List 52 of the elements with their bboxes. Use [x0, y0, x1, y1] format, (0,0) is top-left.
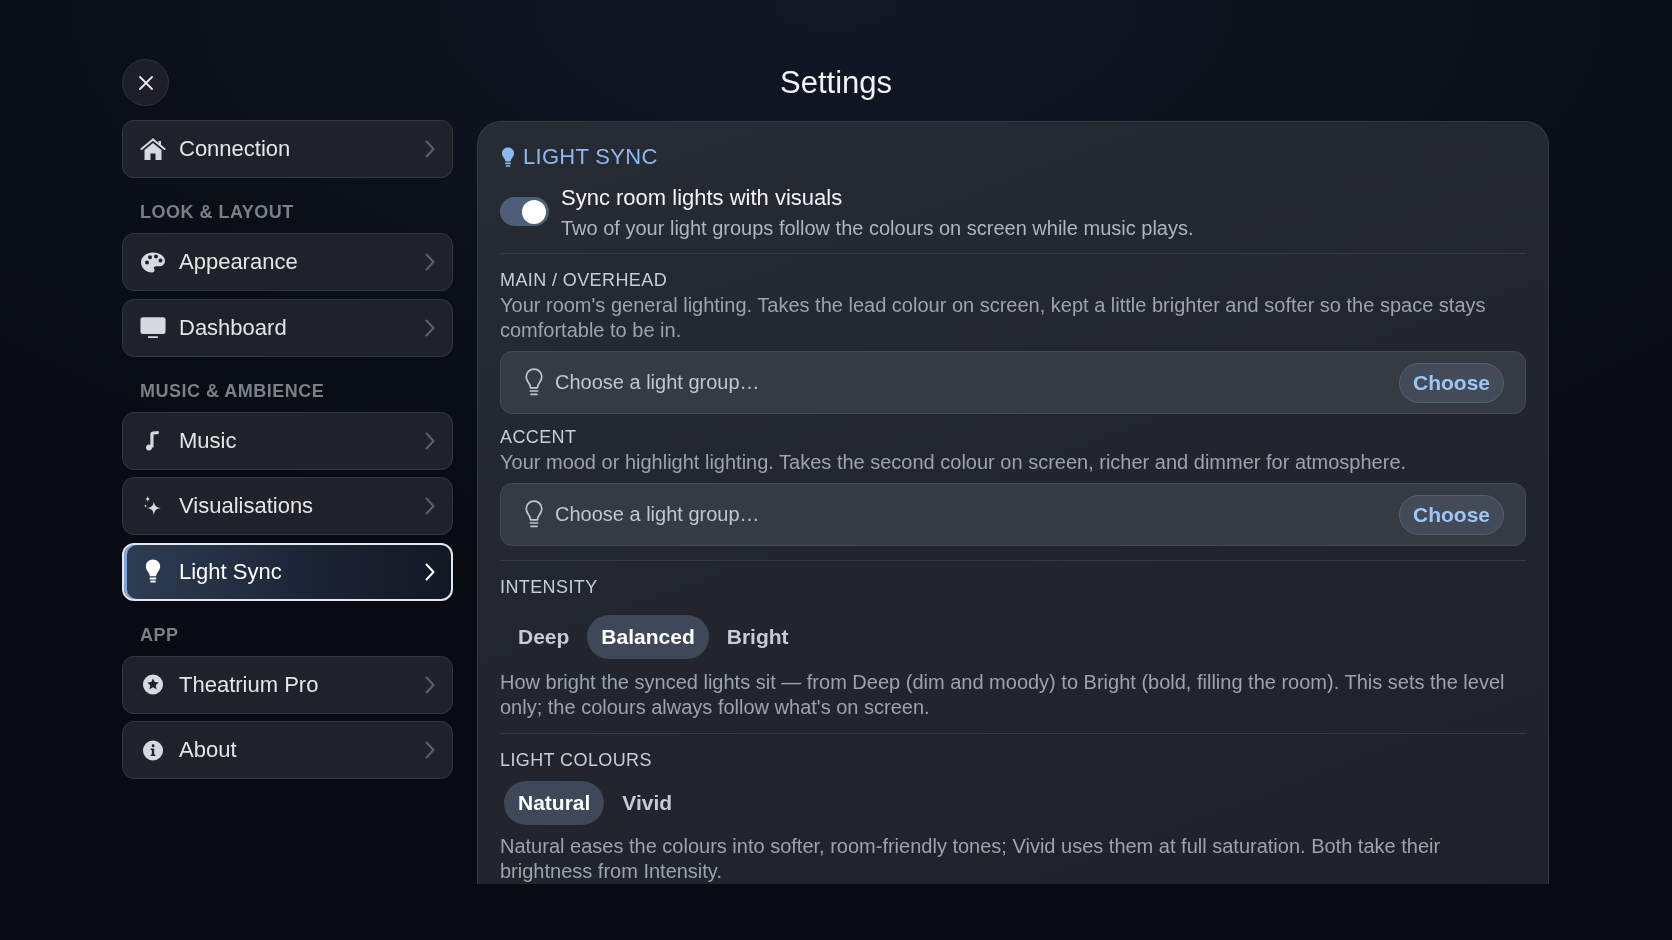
intensity-option[interactable]: Deep [504, 615, 584, 659]
lightbulb-icon [145, 559, 161, 584]
panel-title: LIGHT SYNC [523, 143, 658, 171]
info-icon [140, 738, 166, 762]
chevron-icon [425, 140, 435, 158]
page-title: Settings [780, 63, 892, 102]
lightbulb-icon [525, 368, 543, 397]
intensity-option[interactable]: Bright [712, 615, 803, 659]
section-description: Your mood or highlight lighting. Takes the second colour on screen, richer and dimmer for atmosphere. [500, 450, 1408, 475]
chevron-icon [425, 675, 435, 694]
sidebar-item[interactable]: Theatrium Pro [122, 655, 453, 714]
section-description: How bright the synced lights sit — from Deep (dim and moody) to Bright (bold, filling the room). This sets the level only; the colours always follow what's on screen. [500, 670, 1506, 720]
sidebar-item[interactable]: Music [122, 411, 453, 470]
sidebar-section-heading: APP [140, 623, 180, 646]
sidebar-item[interactable]: Dashboard [122, 298, 453, 357]
sidebar-section-heading: LOOK & LAYOUT [140, 201, 295, 223]
light-group-field[interactable]: Choose a light group… Choose [500, 351, 1526, 414]
sidebar-item[interactable]: Light Sync [122, 542, 453, 601]
section-heading: LIGHT COLOURS [500, 749, 653, 771]
chevron-icon [425, 562, 435, 581]
lightbulb-icon [501, 146, 515, 168]
section-description: Natural eases the colours into softer, room-friendly tones; Vivid uses them at full saturation. Both take their brightness from Intensity. [500, 834, 1442, 884]
section-heading: MAIN / OVERHEAD [500, 269, 669, 291]
colour-option[interactable]: Natural [504, 781, 605, 825]
choose-button[interactable]: Choose [1399, 494, 1504, 535]
setting-label: Sync room lights with visuals [561, 185, 844, 211]
section-heading: INTENSITY [500, 576, 599, 598]
close-icon [138, 75, 153, 90]
lightbulb-icon [525, 500, 543, 529]
intensity-option[interactable]: Balanced [587, 615, 709, 659]
chevron-icon [425, 741, 435, 759]
light-group-field[interactable]: Choose a light group… Choose [500, 483, 1526, 546]
setting-description: Two of your light groups follow the colours on screen while music plays. [561, 216, 1194, 241]
chevron-icon [425, 497, 435, 515]
monitor-icon [140, 316, 166, 339]
choose-button[interactable]: Choose [1399, 362, 1504, 403]
sidebar-item[interactable]: Connection [122, 120, 453, 178]
house-icon [140, 137, 166, 161]
colour-option[interactable]: Vivid [608, 781, 687, 825]
close-button[interactable] [122, 59, 169, 106]
sidebar-item[interactable]: Appearance [122, 233, 453, 291]
section-heading: ACCENT [500, 426, 578, 448]
sidebar-section-heading: MUSIC & AMBIENCE [140, 379, 326, 402]
music-note-icon [146, 429, 160, 452]
toggle-switch[interactable] [500, 197, 549, 226]
sidebar-item[interactable]: Visualisations [122, 477, 453, 535]
chevron-icon [425, 253, 435, 271]
section-description: Your room's general lighting. Takes the lead colour on screen, kept a little brighter and softer so the space stays comfortable to be in. [500, 293, 1487, 343]
chevron-icon [425, 318, 435, 337]
chevron-icon [425, 431, 435, 450]
palette-icon [140, 250, 166, 274]
sidebar-item[interactable]: About [122, 721, 453, 779]
